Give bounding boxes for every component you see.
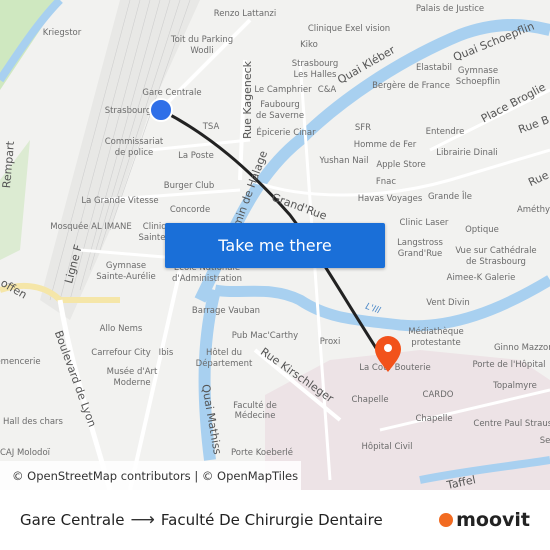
poi-label: Carrefour City — [91, 348, 150, 358]
poi-label: Burger Club — [164, 181, 214, 191]
poi-label: Wodli — [190, 46, 213, 56]
poi-label: Pub Mac'Carthy — [232, 331, 298, 341]
poi-label: La Grande Vitesse — [81, 196, 158, 206]
poi-label: Musée d'Art — [107, 366, 158, 377]
poi-label: Entendre — [426, 127, 465, 137]
poi-label: Grande Île — [428, 190, 472, 202]
poi-label: Kiko — [300, 40, 318, 50]
poi-label: Se — [540, 436, 550, 446]
poi-label: La Cour Bouterie — [359, 363, 430, 373]
poi-label: Strasbourg — [105, 106, 152, 116]
poi-label: Hall des chars — [3, 417, 64, 427]
poi-label: de Saverne — [256, 111, 304, 121]
destination-name: Faculté De Chirurgie Dentaire — [160, 511, 383, 529]
poi-label: Bergère de France — [372, 80, 450, 91]
poi-label: Centre Paul Strauss — [473, 419, 550, 429]
poi-label: Hôpital Civil — [361, 441, 412, 452]
poi-label: Proxi — [320, 337, 341, 347]
poi-label: Épicerie Cinar — [256, 126, 316, 138]
poi-label: TSA — [202, 122, 220, 132]
map[interactable]: Renzo Lattanzi Kriegstor Toit du Parking… — [0, 0, 550, 490]
map-attribution: © OpenStreetMap contributors | © OpenMap… — [0, 461, 301, 490]
poi-label: Gare Centrale — [142, 88, 201, 98]
poi-label: Toit du Parking — [170, 35, 233, 45]
poi-label: Schoepflin — [456, 77, 500, 87]
osm-attribution-link[interactable]: © OpenStreetMap contributors — [12, 469, 191, 483]
river-label: L'Ill — [364, 302, 382, 317]
poi-label: CARDO — [423, 390, 454, 400]
poi-label: La Poste — [178, 151, 214, 161]
poi-label: Aimee-K Galerie — [447, 273, 516, 283]
poi-label: Grand'Rue — [398, 249, 443, 259]
poi-label: Commissariat — [105, 137, 164, 147]
poi-label: Barrage Vauban — [192, 306, 260, 316]
street-label: Boulevard de Lyon — [52, 329, 99, 429]
poi-label: Fnac — [376, 177, 396, 187]
poi-label: Apple Store — [376, 160, 425, 170]
poi-label: Chapelle — [415, 414, 452, 424]
poi-label: Les Halles — [294, 70, 337, 80]
street-label: offen — [0, 276, 29, 301]
take-me-there-button[interactable]: Take me there — [165, 223, 385, 268]
poi-label: Médiathèque — [408, 326, 464, 337]
poi-label: Strasbourg — [292, 59, 339, 69]
poi-label: Librairie Dinali — [436, 148, 498, 158]
poi-label: Département — [196, 358, 253, 369]
poi-label: Topalmyre — [492, 381, 537, 391]
poi-label: Vue sur Cathédrale — [455, 245, 536, 256]
attribution-separator: | — [190, 468, 202, 483]
poi-label: Hôtel du — [206, 347, 242, 358]
poi-label: emencerie — [0, 357, 41, 367]
poi-label: Porte Koeberlé — [231, 447, 293, 458]
moovit-logo-icon — [439, 513, 454, 527]
moovit-logo: moovit — [439, 509, 530, 531]
poi-label: Moderne — [113, 378, 150, 388]
poi-label: Le Camphrier — [254, 85, 312, 95]
poi-label: Allo Nems — [100, 324, 143, 334]
arrow-right-icon: ⟶ — [130, 510, 155, 530]
poi-label: Vent Divin — [426, 298, 470, 308]
moovit-logo-text: moovit — [456, 509, 530, 531]
poi-label: Ibis — [159, 348, 174, 358]
origin-marker[interactable] — [149, 98, 173, 122]
poi-label: Clinique Exel vision — [308, 24, 390, 34]
footer: Gare Centrale ⟶ Faculté De Chirurgie Den… — [0, 490, 550, 550]
poi-label: Gymnase — [458, 66, 498, 76]
poi-label: Optique — [465, 225, 499, 235]
poi-label: Homme de Fer — [354, 140, 417, 150]
poi-label: Kriegstor — [43, 28, 82, 38]
poi-label: Concorde — [170, 205, 210, 215]
poi-label: de police — [115, 148, 154, 158]
poi-label: C&A — [318, 85, 337, 95]
street-label: Rue B — [517, 113, 550, 136]
street-label: Rue Kageneck — [241, 60, 254, 139]
origin-name: Gare Centrale — [20, 511, 125, 529]
poi-label: d'Administration — [172, 274, 242, 284]
poi-label: Porte de l'Hôpital — [472, 359, 545, 370]
river — [213, 275, 550, 332]
poi-label: Yushan Nail — [318, 156, 368, 166]
poi-label: Ginno Mazzoni — [494, 343, 550, 353]
poi-label: Clinic Laser — [400, 218, 449, 228]
street-label: Rue — [526, 168, 550, 189]
poi-label: de Strasbourg — [466, 257, 526, 267]
poi-label: Palais de Justice — [416, 4, 484, 14]
poi-label: Langstross — [397, 238, 443, 248]
poi-label: Renzo Lattanzi — [214, 9, 277, 19]
poi-label: Chapelle — [351, 395, 388, 405]
poi-label: Faculté de — [233, 400, 277, 411]
poi-label: Elastabil — [416, 63, 452, 73]
poi-label: Havas Voyages — [358, 194, 423, 204]
poi-label: Médecine — [235, 410, 276, 421]
poi-label: Mosquée AL IMANE — [50, 221, 132, 232]
poi-label: Sainte — [139, 233, 166, 243]
openmaptiles-attribution-link[interactable]: © OpenMapTiles — [202, 469, 298, 483]
poi-label: Gymnase — [106, 261, 146, 271]
poi-label: protestante — [411, 338, 460, 348]
poi-label: CAJ Molodoï — [0, 448, 51, 458]
poi-label: SFR — [355, 123, 371, 133]
poi-label: Faubourg — [260, 100, 299, 110]
poi-label: Améthyste — [517, 204, 550, 215]
poi-label: Sainte-Aurélie — [96, 271, 156, 282]
